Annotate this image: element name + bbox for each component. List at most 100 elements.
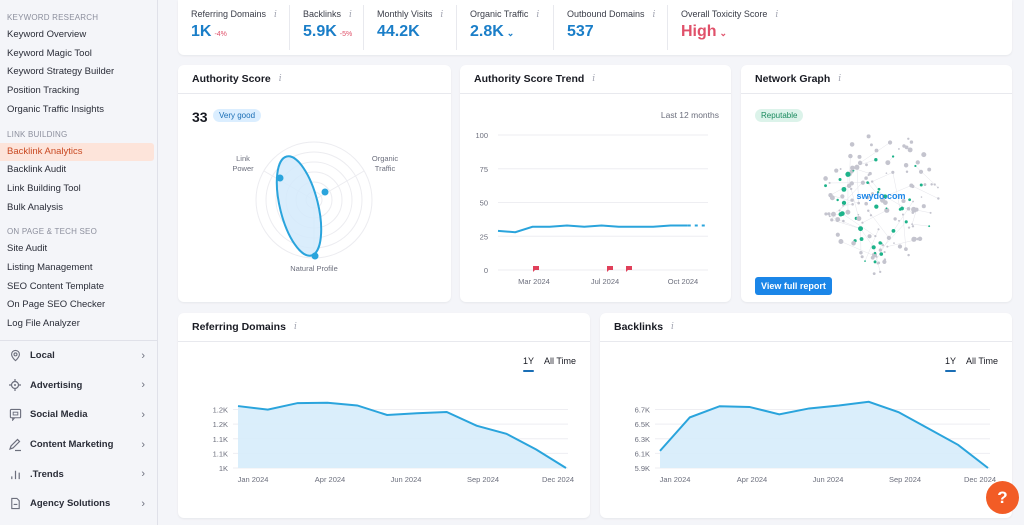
sidebar-item-backlink-analytics[interactable]: Backlink Analytics [0, 142, 154, 162]
sidebar-category-content-marketing[interactable]: Content Marketing › [0, 430, 157, 460]
sidebar-item-listing-management[interactable]: Listing Management [0, 259, 154, 278]
sidebar-item-position-tracking[interactable]: Position Tracking [0, 82, 154, 101]
graph-node [842, 204, 845, 207]
view-full-report-button[interactable]: View full report [755, 277, 832, 295]
graph-node [839, 168, 842, 170]
metric-value: 2.8K [470, 23, 504, 40]
graph-node [838, 209, 841, 212]
sidebar-item-site-audit[interactable]: Site Audit [0, 240, 154, 259]
info-icon[interactable]: i [349, 10, 352, 20]
graph-node [911, 236, 917, 242]
info-icon[interactable]: i [536, 10, 539, 20]
chevron-down-icon[interactable]: ⌄ [720, 28, 728, 38]
metric-label: Backlinks [303, 9, 342, 19]
y-tick-label: 0 [484, 266, 488, 275]
sidebar-item-log-file-analyzer[interactable]: Log File Analyzer [0, 315, 154, 334]
radar-point-link-power [276, 174, 284, 182]
graph-node [907, 147, 913, 153]
metric-value-row[interactable]: 2.8K ⌄ [470, 23, 540, 41]
y-tick-label: 6.3K [635, 435, 650, 444]
chevron-down-icon[interactable]: ⌄ [507, 28, 515, 38]
sidebar-item-backlink-audit[interactable]: Backlink Audit [0, 161, 154, 180]
graph-node [879, 270, 882, 273]
graph-node [836, 198, 839, 202]
graph-node [909, 140, 914, 144]
network-graph[interactable]: swydo.com [741, 65, 1012, 302]
sidebar-item-bulk-analysis[interactable]: Bulk Analysis [0, 199, 154, 218]
x-tick-label: Dec 2024 [964, 475, 996, 484]
graph-node [914, 164, 917, 168]
graph-node [835, 232, 840, 237]
sidebar-item-on-page-seo-checker[interactable]: On Page SEO Checker [0, 296, 154, 315]
metric-value: 1K [191, 23, 212, 40]
radar-point-natural-profile [311, 252, 319, 260]
sidebar-category-label: Advertising [30, 379, 83, 391]
graph-node [903, 163, 909, 168]
graph-node [878, 248, 882, 252]
graph-node [857, 154, 862, 159]
graph-node [849, 187, 853, 191]
location-pin-icon [8, 349, 22, 363]
graph-node [841, 200, 847, 206]
sidebar-category-social-media[interactable]: Social Media › [0, 400, 157, 430]
info-icon[interactable]: i [775, 10, 778, 20]
graph-node [824, 184, 827, 188]
sidebar-category-advertising[interactable]: Advertising › [0, 371, 157, 401]
sidebar-category-agency-solutions[interactable]: Agency Solutions › [0, 489, 157, 519]
sidebar-item-keyword-overview[interactable]: Keyword Overview [0, 26, 154, 45]
graph-node [881, 243, 885, 247]
graph-node [900, 206, 904, 211]
sidebar-item-organic-traffic-insights[interactable]: Organic Traffic Insights [0, 101, 154, 120]
y-tick-label: 100 [475, 131, 488, 140]
sidebar-category-label: Agency Solutions [30, 498, 111, 510]
info-icon[interactable]: i [274, 10, 277, 20]
graph-node [828, 192, 833, 198]
info-icon[interactable]: i [653, 10, 656, 20]
graph-node [891, 155, 895, 158]
graph-node [907, 137, 910, 140]
graph-node [851, 240, 856, 246]
graph-node [860, 255, 864, 259]
graph-node [886, 245, 889, 248]
sidebar-item-link-building-tool[interactable]: Link Building Tool [0, 180, 154, 199]
metric-label: Outbound Domains [567, 9, 645, 19]
center-domain-label: swydo.com [856, 191, 905, 201]
graph-node [885, 172, 888, 174]
sidebar-item-keyword-strategy-builder[interactable]: Keyword Strategy Builder [0, 63, 154, 82]
y-tick-label: 25 [480, 232, 488, 241]
graph-node [858, 226, 864, 232]
graph-node [911, 206, 917, 213]
graph-node [864, 260, 866, 262]
info-icon[interactable]: i [440, 10, 443, 20]
sidebar-category-local[interactable]: Local › [0, 341, 157, 371]
sidebar-item-keyword-magic-tool[interactable]: Keyword Magic Tool [0, 45, 154, 64]
graph-node [906, 207, 911, 211]
y-tick-label: 1.2K [213, 406, 228, 415]
graph-node [834, 168, 839, 173]
graph-node [865, 163, 868, 167]
graph-node [891, 170, 895, 174]
metric-value-row: 44.2K [377, 23, 443, 41]
graph-node [898, 148, 900, 150]
bar-chart-icon [8, 467, 22, 481]
y-tick-label: 6.7K [635, 406, 650, 415]
graph-node [830, 218, 834, 222]
y-tick-label: 1.1K [213, 435, 228, 444]
graph-node [911, 225, 915, 228]
graph-node [885, 207, 888, 210]
graph-node [904, 145, 909, 150]
graph-node [838, 178, 842, 182]
sidebar-category-trends[interactable]: .Trends › [0, 459, 157, 489]
sidebar-item-seo-content-template[interactable]: SEO Content Template [0, 278, 154, 297]
radar-label-organic-traffic: Organic Traffic [371, 154, 399, 173]
y-tick-label: 1.2K [213, 420, 228, 429]
referring-domains-card: Referring Domains i 1Y All Time 1K 1.1K 1.… [178, 313, 590, 518]
graph-node [921, 204, 926, 209]
metric-value-row[interactable]: High ⌄ [681, 23, 785, 41]
metric-value-row: 5.9K -5% [303, 23, 352, 41]
graph-node [867, 234, 872, 239]
sidebar-category-label: Local [30, 350, 55, 362]
chevron-right-icon: › [141, 468, 145, 481]
help-button[interactable]: ? [986, 481, 1019, 514]
referring-domains-chart: 1K 1.1K 1.1K 1.2K 1.2K Jan 2024 Apr 2024 Jun 20… [213, 401, 574, 484]
